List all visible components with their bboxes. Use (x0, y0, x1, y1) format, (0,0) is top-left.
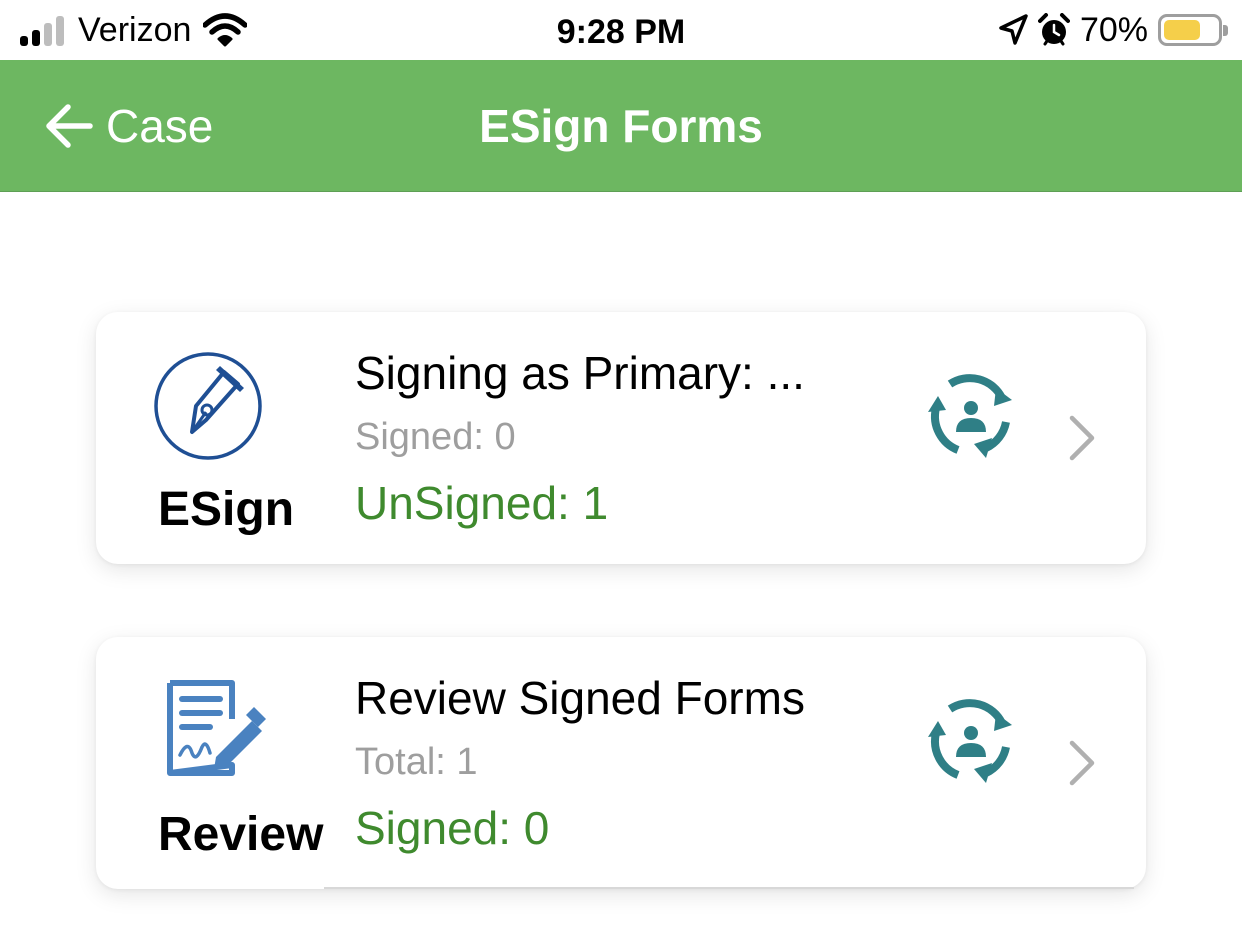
card-label: Review (158, 808, 324, 861)
alarm-icon (1037, 13, 1070, 46)
total-count: Total: 1 (355, 741, 478, 783)
battery-fill (1164, 20, 1201, 40)
battery-icon (1158, 14, 1228, 46)
esign-card[interactable]: ESign Signing as Primary: ... Signed: 0 … (96, 312, 1146, 564)
signed-count: Signed: 0 (355, 802, 550, 854)
review-card[interactable]: Review Review Signed Forms Total: 1 Sign… (96, 637, 1146, 889)
card-title: Signing as Primary: ... (355, 347, 805, 399)
location-icon (999, 14, 1028, 45)
status-right: 70% (998, 10, 1228, 50)
sync-user-icon[interactable] (926, 695, 1016, 785)
card-divider (324, 887, 1134, 889)
card-label: ESign (158, 483, 295, 536)
chevron-right-icon (1069, 740, 1095, 786)
pen-nib-icon (154, 352, 262, 460)
page-title: ESign Forms (479, 100, 763, 152)
card-title: Review Signed Forms (355, 672, 805, 724)
nav-bar: Case ESign Forms (0, 60, 1242, 192)
sync-user-icon[interactable] (926, 370, 1016, 460)
battery-percent: 70% (1079, 10, 1148, 49)
signed-document-icon (167, 680, 266, 776)
chevron-right-icon (1069, 415, 1095, 461)
status-bar: Verizon 9:28 PM 70% (0, 0, 1242, 60)
unsigned-count: UnSigned: 1 (355, 477, 609, 529)
signed-count: Signed: 0 (355, 416, 516, 458)
